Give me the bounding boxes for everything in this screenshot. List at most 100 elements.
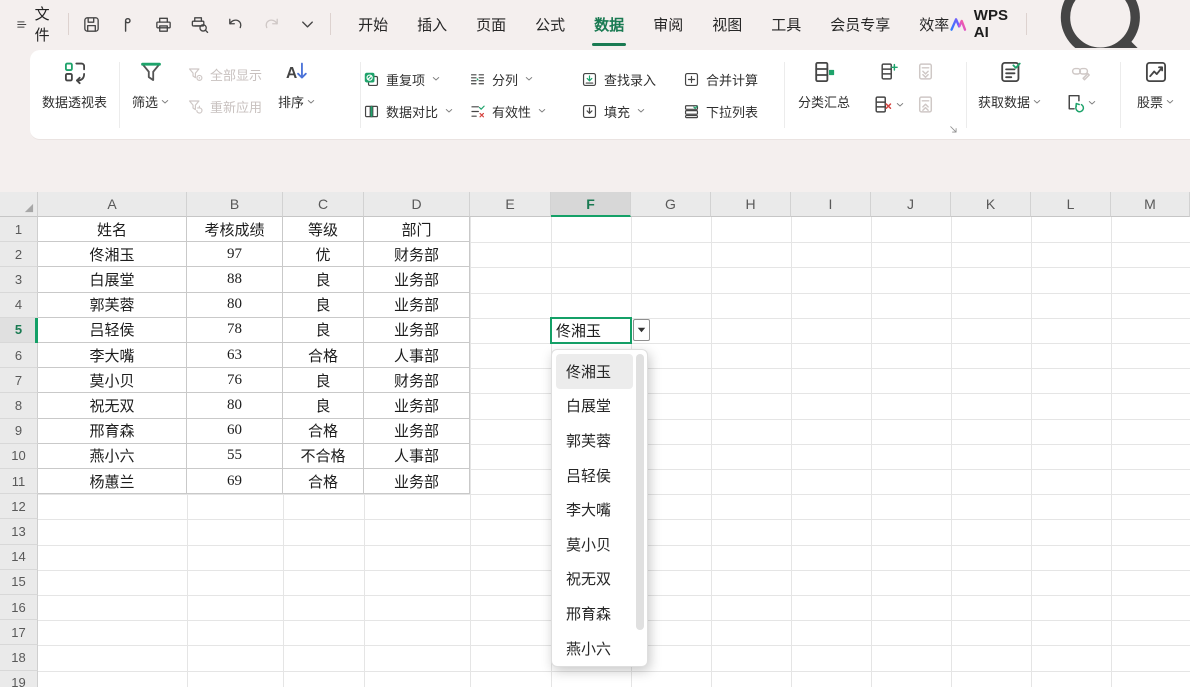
tab-1[interactable]: 插入 [416, 10, 448, 39]
dropdown-scrollbar-thumb[interactable] [636, 354, 644, 630]
cell-B4[interactable]: 80 [187, 293, 283, 318]
cell-B3[interactable]: 88 [187, 267, 283, 292]
row-header-1[interactable]: 1 [0, 217, 38, 242]
edit-links-button[interactable] [1070, 61, 1091, 82]
row-header-19[interactable]: 19 [0, 671, 38, 687]
wps-ai-button[interactable]: WPS AI [950, 7, 1013, 41]
show-all-button[interactable]: 全部显示 [187, 65, 262, 84]
get-data-button[interactable]: 获取数据 [968, 50, 1052, 140]
tab-3[interactable]: 公式 [534, 10, 566, 39]
cell-C3[interactable]: 良 [283, 267, 364, 292]
cell-D11[interactable]: 业务部 [364, 469, 470, 494]
dialog-launcher-icon[interactable] [948, 124, 960, 136]
cell-C9[interactable]: 合格 [283, 419, 364, 444]
cell-C8[interactable]: 良 [283, 393, 364, 418]
show-detail-button[interactable] [915, 61, 936, 82]
column-header-G[interactable]: G [631, 192, 711, 217]
undo-icon[interactable] [226, 15, 245, 34]
export-pdf-icon[interactable] [118, 15, 137, 34]
row-header-17[interactable]: 17 [0, 620, 38, 645]
cell-dropdown-button[interactable] [633, 319, 650, 341]
column-header-H[interactable]: H [711, 192, 791, 217]
validation-button[interactable]: 有效性 [469, 102, 581, 121]
stock-button[interactable]: 股票 [1122, 50, 1190, 111]
row-header-18[interactable]: 18 [0, 645, 38, 670]
cell-A6[interactable]: 李大嘴 [38, 343, 187, 368]
cell-A9[interactable]: 邢育森 [38, 419, 187, 444]
dropdown-item-8[interactable]: 燕小六 [556, 631, 633, 666]
pivot-table-button[interactable]: 数据透视表 [30, 50, 119, 111]
tab-8[interactable]: 会员专享 [829, 10, 891, 39]
column-header-C[interactable]: C [283, 192, 364, 217]
row-header-15[interactable]: 15 [0, 570, 38, 595]
tab-2[interactable]: 页面 [475, 10, 507, 39]
more-actions-chevron-icon[interactable] [298, 15, 317, 34]
column-header-B[interactable]: B [187, 192, 283, 217]
dropdown-item-4[interactable]: 李大嘴 [556, 492, 633, 527]
dropdown-item-6[interactable]: 祝无双 [556, 562, 633, 597]
cell-C10[interactable]: 不合格 [283, 444, 364, 469]
row-header-14[interactable]: 14 [0, 545, 38, 570]
cell-B10[interactable]: 55 [187, 444, 283, 469]
cell-B5[interactable]: 78 [187, 318, 283, 343]
cell-A1[interactable]: 姓名 [38, 217, 187, 242]
consolidate-button[interactable]: 合并计算 [683, 70, 783, 89]
row-header-13[interactable]: 13 [0, 519, 38, 544]
dropdown-item-0[interactable]: 佟湘玉 [556, 354, 633, 389]
dropdown-scrollbar[interactable] [636, 354, 644, 662]
cell-B6[interactable]: 63 [187, 343, 283, 368]
cell-C11[interactable]: 合格 [283, 469, 364, 494]
cell-B2[interactable]: 97 [187, 242, 283, 267]
tab-6[interactable]: 视图 [711, 10, 743, 39]
refresh-button[interactable] [1064, 92, 1097, 113]
row-header-5[interactable]: 5 [0, 318, 38, 343]
cell-D8[interactable]: 业务部 [364, 393, 470, 418]
dropdown-item-5[interactable]: 莫小贝 [556, 527, 633, 562]
cell-B11[interactable]: 69 [187, 469, 283, 494]
dropdown-item-7[interactable]: 邢育森 [556, 596, 633, 631]
active-cell-F5[interactable]: 佟湘玉 [550, 317, 632, 344]
cell-A5[interactable]: 吕轻侯 [38, 318, 187, 343]
filter-button[interactable]: 筛选 [121, 50, 181, 140]
select-all-corner[interactable] [0, 192, 38, 217]
subtotal-button[interactable]: 分类汇总 [786, 50, 862, 140]
cell-B9[interactable]: 60 [187, 419, 283, 444]
tab-4[interactable]: 数据 [593, 10, 625, 39]
cell-D3[interactable]: 业务部 [364, 267, 470, 292]
row-header-4[interactable]: 4 [0, 293, 38, 318]
row-header-9[interactable]: 9 [0, 419, 38, 444]
tab-7[interactable]: 工具 [770, 10, 802, 39]
column-header-K[interactable]: K [951, 192, 1031, 217]
group-button[interactable] [878, 61, 899, 82]
cell-D1[interactable]: 部门 [364, 217, 470, 242]
lookup-entry-button[interactable]: 查找录入 [581, 70, 683, 89]
dropdown-list-button[interactable]: 下拉列表 [683, 102, 783, 121]
reapply-filter-button[interactable]: 重新应用 [187, 97, 262, 116]
duplicates-button[interactable]: 重复项 [363, 70, 469, 89]
file-menu-button[interactable]: 文件 [16, 3, 55, 45]
redo-icon[interactable] [262, 15, 281, 34]
cell-A10[interactable]: 燕小六 [38, 444, 187, 469]
column-header-F[interactable]: F [551, 192, 631, 217]
row-header-16[interactable]: 16 [0, 595, 38, 620]
save-icon[interactable] [82, 15, 101, 34]
hide-detail-button[interactable] [915, 94, 936, 115]
data-compare-button[interactable]: 数据对比 [363, 102, 469, 121]
cell-A4[interactable]: 郭芙蓉 [38, 293, 187, 318]
column-header-I[interactable]: I [791, 192, 871, 217]
cell-C5[interactable]: 良 [283, 318, 364, 343]
tab-0[interactable]: 开始 [357, 10, 389, 39]
print-icon[interactable] [154, 15, 173, 34]
text-to-columns-button[interactable]: 分列 [469, 70, 581, 89]
row-header-2[interactable]: 2 [0, 242, 38, 267]
sort-button[interactable]: A 排序 [268, 50, 326, 140]
cell-A3[interactable]: 白展堂 [38, 267, 187, 292]
cell-D5[interactable]: 业务部 [364, 318, 470, 343]
row-header-6[interactable]: 6 [0, 343, 38, 368]
cell-D2[interactable]: 财务部 [364, 242, 470, 267]
cell-B7[interactable]: 76 [187, 368, 283, 393]
column-header-A[interactable]: A [38, 192, 187, 217]
cell-D4[interactable]: 业务部 [364, 293, 470, 318]
row-header-11[interactable]: 11 [0, 469, 38, 494]
cell-A8[interactable]: 祝无双 [38, 393, 187, 418]
